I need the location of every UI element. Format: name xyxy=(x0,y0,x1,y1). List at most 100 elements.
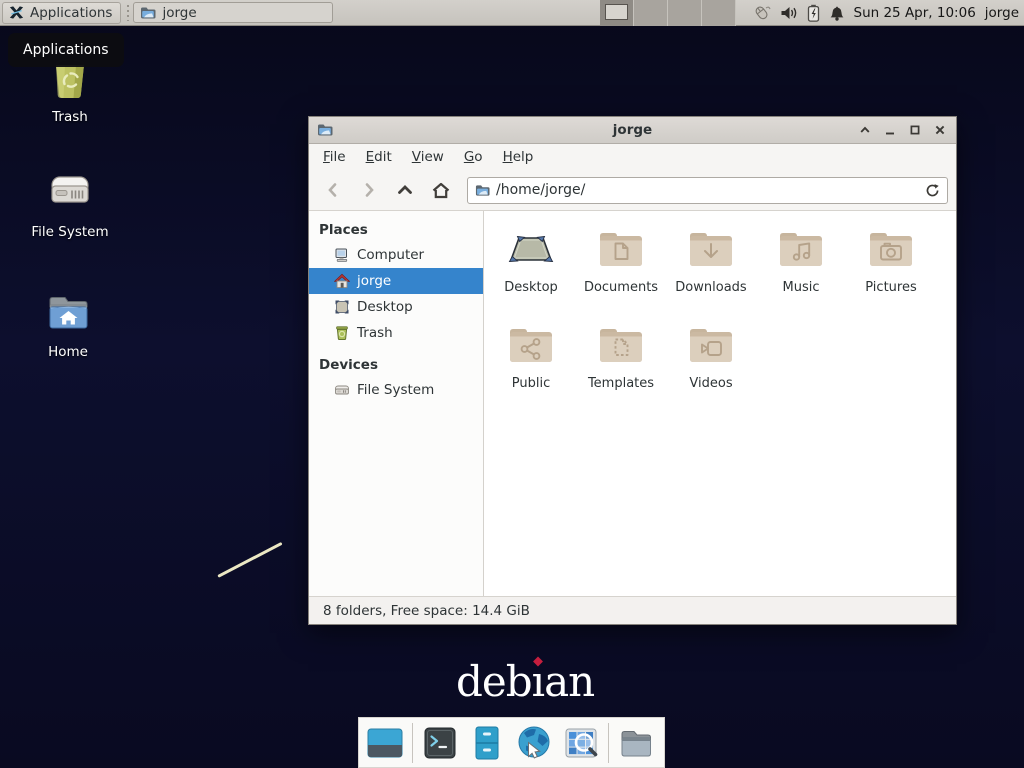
home-button[interactable] xyxy=(425,175,457,205)
desktop-icon-label: Trash xyxy=(18,109,122,125)
path-folder-icon xyxy=(475,183,490,198)
show-desktop-icon[interactable] xyxy=(365,723,405,763)
file-manager-window: jorge File Edit View Go Help xyxy=(308,116,957,625)
file-label: Downloads xyxy=(666,280,756,295)
desktop-icon-file-system[interactable]: File System xyxy=(18,169,122,240)
forward-button[interactable] xyxy=(353,175,385,205)
reload-button[interactable] xyxy=(925,183,940,198)
desktop-icon-label: Home xyxy=(16,344,120,360)
file-list: Desktop Documents xyxy=(484,211,956,596)
sidebar: Places Computer jorge xyxy=(309,211,484,596)
back-button[interactable] xyxy=(317,175,349,205)
file-label: Public xyxy=(486,376,576,391)
folder-videos-icon xyxy=(687,323,735,367)
location-bar[interactable]: /home/jorge/ xyxy=(467,177,948,204)
file-label: Documents xyxy=(576,280,666,295)
file-item-templates[interactable]: Templates xyxy=(576,323,666,419)
sidebar-item-label: jorge xyxy=(357,273,391,289)
drive-icon xyxy=(334,382,350,398)
workspace-4[interactable] xyxy=(702,0,736,26)
stray-line-artifact xyxy=(217,542,282,578)
sidebar-item-label: Trash xyxy=(357,325,393,341)
desktop-icon xyxy=(334,299,350,315)
file-label: Desktop xyxy=(486,280,576,295)
taskbar-window-label: jorge xyxy=(162,5,196,21)
file-label: Pictures xyxy=(846,280,936,295)
panel-grip[interactable] xyxy=(127,5,129,21)
folder-documents-icon xyxy=(597,227,645,271)
application-finder-icon[interactable] xyxy=(561,723,601,763)
file-item-pictures[interactable]: Pictures xyxy=(846,227,936,323)
minimize-button[interactable] xyxy=(882,122,898,138)
titlebar[interactable]: jorge xyxy=(309,117,956,144)
menu-view[interactable]: View xyxy=(402,146,454,168)
xfce-logo-icon xyxy=(8,5,25,20)
top-panel: Applications jorge xyxy=(0,0,1024,26)
sidebar-item-label: Computer xyxy=(357,247,424,263)
folder-music-icon xyxy=(777,227,825,271)
directory-menu-icon[interactable] xyxy=(616,723,656,763)
drive-icon xyxy=(45,169,95,217)
sidebar-item-trash[interactable]: Trash xyxy=(309,320,483,346)
sidebar-item-jorge[interactable]: jorge xyxy=(309,268,483,294)
folder-public-icon xyxy=(507,323,555,367)
file-item-desktop[interactable]: Desktop xyxy=(486,227,576,323)
bottom-dock xyxy=(358,717,665,768)
toolbar: /home/jorge/ xyxy=(309,170,956,211)
folder-downloads-icon xyxy=(687,227,735,271)
file-label: Videos xyxy=(666,376,756,391)
file-label: Templates xyxy=(576,376,666,391)
desktop-icon-label: File System xyxy=(18,224,122,240)
sidebar-header-devices: Devices xyxy=(309,352,483,377)
close-button[interactable] xyxy=(932,122,948,138)
computer-icon xyxy=(334,247,350,263)
applications-menu-label: Applications xyxy=(30,5,112,21)
applications-tooltip: Applications xyxy=(8,33,124,67)
taskbar-window-button[interactable]: jorge xyxy=(133,2,333,23)
file-item-documents[interactable]: Documents xyxy=(576,227,666,323)
statusbar-text: 8 folders, Free space: 14.4 GiB xyxy=(323,603,530,619)
workspace-3[interactable] xyxy=(668,0,702,26)
workspace-1[interactable] xyxy=(600,0,634,26)
panel-right-group: Sun 25 Apr, 10:06 jorge xyxy=(600,0,1020,26)
notifications-bell-icon[interactable] xyxy=(829,5,845,22)
sidebar-item-file-system[interactable]: File System xyxy=(309,377,483,403)
sidebar-header-places: Places xyxy=(309,217,483,242)
audio-volume-icon[interactable] xyxy=(780,5,798,21)
menubar: File Edit View Go Help xyxy=(309,144,956,170)
file-manager-icon[interactable] xyxy=(467,723,507,763)
sidebar-item-label: Desktop xyxy=(357,299,413,315)
maximize-button[interactable] xyxy=(907,122,923,138)
panel-clock[interactable]: Sun 25 Apr, 10:06 xyxy=(854,5,976,21)
sidebar-item-desktop[interactable]: Desktop xyxy=(309,294,483,320)
menu-help[interactable]: Help xyxy=(493,146,544,168)
folder-icon xyxy=(140,5,156,21)
desktop-surface-icon xyxy=(507,227,555,271)
workspace-window-miniature xyxy=(605,4,628,20)
menu-edit[interactable]: Edit xyxy=(356,146,402,168)
dock-separator xyxy=(412,723,413,763)
window-body: Places Computer jorge xyxy=(309,211,956,596)
terminal-emulator-icon[interactable] xyxy=(420,723,460,763)
statusbar: 8 folders, Free space: 14.4 GiB xyxy=(309,596,956,624)
debian-wordmark: debıan xyxy=(456,661,594,703)
file-item-downloads[interactable]: Downloads xyxy=(666,227,756,323)
file-item-videos[interactable]: Videos xyxy=(666,323,756,419)
shade-button[interactable] xyxy=(857,122,873,138)
input-device-icon[interactable] xyxy=(751,4,771,22)
up-button[interactable] xyxy=(389,175,421,205)
panel-username[interactable]: jorge xyxy=(985,5,1019,21)
sidebar-item-computer[interactable]: Computer xyxy=(309,242,483,268)
workspace-switcher xyxy=(600,0,736,26)
menu-go[interactable]: Go xyxy=(454,146,493,168)
web-browser-icon[interactable] xyxy=(514,723,554,763)
applications-menu-button[interactable]: Applications xyxy=(2,2,121,24)
menu-file[interactable]: File xyxy=(313,146,356,168)
location-path[interactable]: /home/jorge/ xyxy=(496,182,919,198)
file-item-public[interactable]: Public xyxy=(486,323,576,419)
workspace-2[interactable] xyxy=(634,0,668,26)
battery-charging-icon[interactable] xyxy=(807,4,820,22)
sidebar-item-label: File System xyxy=(357,382,434,398)
desktop-icon-home[interactable]: Home xyxy=(16,289,120,360)
file-item-music[interactable]: Music xyxy=(756,227,846,323)
